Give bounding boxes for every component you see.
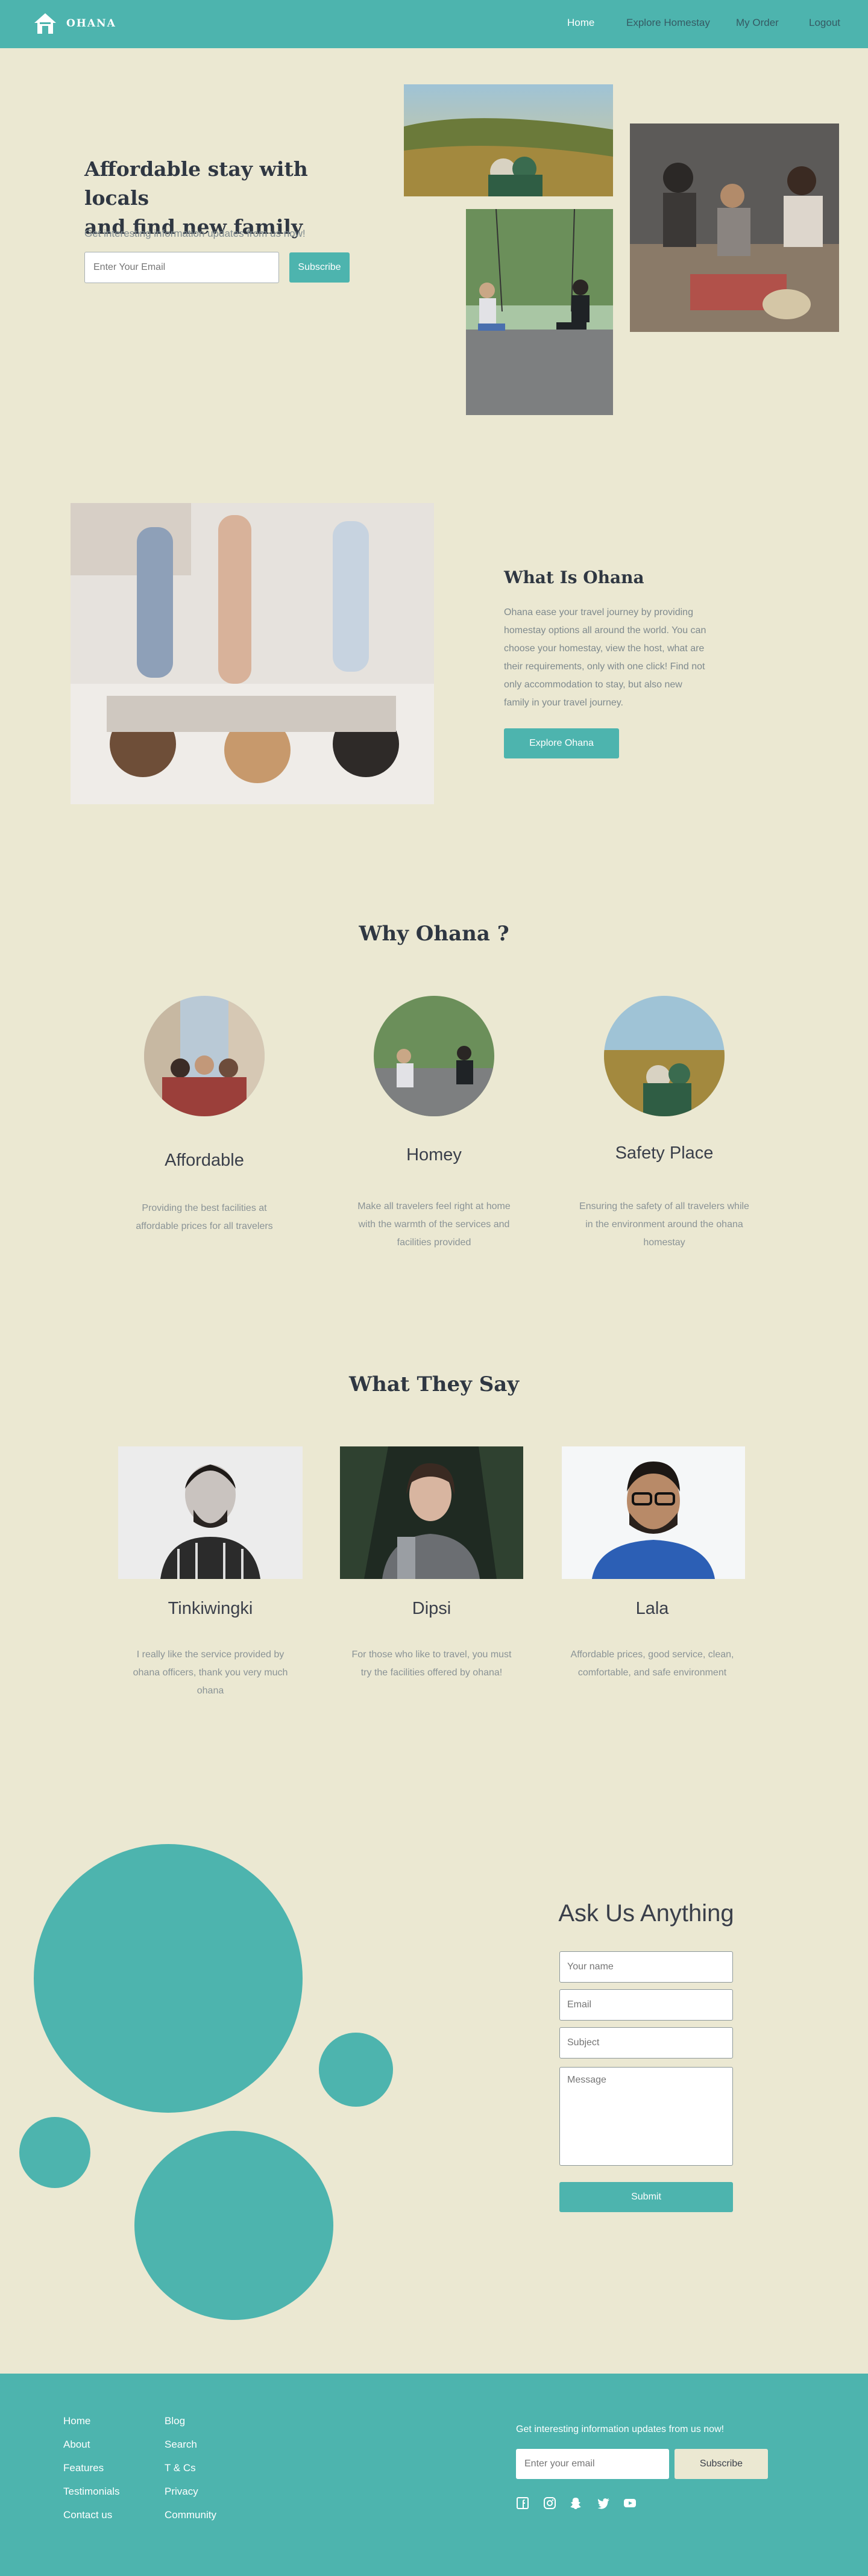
testimonial-photo-lala [562, 1446, 745, 1579]
decor-circle-small-left [19, 2117, 90, 2188]
testimonial-name-lala: Lala [635, 1599, 669, 1618]
feature-text-affordable: Providing the best facilities at afforda… [114, 1199, 295, 1236]
footer-link-testimonials[interactable]: Testimonials [63, 2486, 120, 2498]
contact-subject-input[interactable] [559, 2027, 733, 2059]
explore-ohana-button[interactable]: Explore Ohana [504, 728, 619, 758]
contact-title: Ask Us Anything [558, 1900, 734, 1927]
about-photo-friends-bed [71, 503, 434, 804]
about-line: only accommodation to stay, but also new [504, 680, 682, 690]
feature-photo-safety-place [604, 996, 725, 1116]
nav-explore-homestay[interactable]: Explore Homestay [626, 17, 710, 29]
feature-line: Make all travelers feel right at home [357, 1201, 511, 1211]
feature-photo-affordable [144, 996, 265, 1116]
feature-line: facilities provided [397, 1237, 471, 1248]
footer-link-blog[interactable]: Blog [165, 2415, 185, 2427]
feature-text-homey: Make all travelers feel right at home wi… [338, 1198, 530, 1252]
testimonial-line: ohana officers, thank you very much [133, 1668, 288, 1678]
twitter-icon[interactable] [597, 2496, 610, 2510]
about-description: Ohana ease your travel journey by provid… [504, 604, 757, 712]
footer-link-terms[interactable]: T & Cs [165, 2462, 196, 2474]
footer-link-about[interactable]: About [63, 2439, 90, 2451]
testimonials-title: What They Say [348, 1372, 520, 1396]
testimonial-photo-dipsi [340, 1446, 523, 1579]
footer-link-community[interactable]: Community [165, 2509, 216, 2521]
contact-message-input[interactable] [559, 2067, 733, 2166]
testimonial-text-lala: Affordable prices, good service, clean, … [556, 1646, 749, 1682]
snapchat-icon[interactable] [569, 2496, 582, 2510]
footer-link-contact[interactable]: Contact us [63, 2509, 112, 2521]
feature-title-homey: Homey [406, 1145, 462, 1165]
testimonial-line: try the facilities offered by ohana! [360, 1668, 503, 1678]
testimonial-text-dipsi: For those who like to travel, you must t… [335, 1646, 528, 1682]
testimonial-name-tinkiwingki: Tinkiwingki [168, 1599, 253, 1618]
hero-subtitle: Get interesting information updates from… [84, 228, 306, 239]
footer-link-home[interactable]: Home [63, 2415, 90, 2427]
footer-subscribe-button[interactable]: Subscribe [675, 2449, 768, 2479]
hero-email-input[interactable] [84, 252, 279, 283]
contact-submit-button[interactable]: Submit [559, 2182, 733, 2212]
hero-photo-field [404, 84, 613, 196]
testimonial-line: ohana [197, 1686, 224, 1696]
testimonial-line: For those who like to travel, you must [351, 1649, 512, 1660]
feature-line: in the environment around the ohana [585, 1219, 743, 1230]
contact-email-input[interactable] [559, 1989, 733, 2021]
feature-title-safety-place: Safety Place [615, 1143, 714, 1163]
feature-line: homestay [643, 1237, 685, 1248]
about-line: choose your homestay, view the host, wha… [504, 643, 705, 654]
about-line: Ohana ease your travel journey by provid… [504, 607, 693, 617]
feature-title-affordable: Affordable [165, 1151, 244, 1170]
decor-circle-medium [134, 2131, 333, 2320]
about-title: What Is Ohana [504, 567, 644, 587]
footer-link-privacy[interactable]: Privacy [165, 2486, 198, 2498]
nav-home[interactable]: Home [567, 17, 594, 29]
contact-name-input[interactable] [559, 1951, 733, 1983]
decor-circle-small [319, 2033, 393, 2107]
about-line: family in your travel journey. [504, 698, 623, 708]
house-icon[interactable] [33, 12, 57, 35]
hero-photo-friends-couch [630, 123, 839, 332]
testimonial-text-tinkiwingki: I really like the service provided by oh… [114, 1646, 307, 1700]
about-line: homestay options all around the world. Y… [504, 625, 706, 636]
testimonial-photo-tinkiwingki [118, 1446, 303, 1579]
hero-photo-swings [466, 209, 613, 415]
testimonial-line: I really like the service provided by [136, 1649, 285, 1660]
why-title: Why Ohana ? [359, 922, 509, 946]
footer-newsletter-text: Get interesting information updates from… [516, 2424, 725, 2434]
feature-line: Ensuring the safety of all travelers whi… [579, 1201, 749, 1211]
footer-link-search[interactable]: Search [165, 2439, 197, 2451]
instagram-icon[interactable] [543, 2496, 556, 2510]
feature-line: affordable prices for all travelers [136, 1221, 273, 1231]
youtube-icon[interactable] [623, 2496, 637, 2510]
footer-link-features[interactable]: Features [63, 2462, 104, 2474]
feature-text-safety-place: Ensuring the safety of all travelers whi… [562, 1198, 767, 1252]
decor-circle-large [34, 1844, 303, 2113]
testimonial-line: comfortable, and safe environment [577, 1668, 727, 1678]
brand-name[interactable]: OHANA [66, 17, 116, 30]
testimonial-line: Affordable prices, good service, clean, [570, 1649, 734, 1660]
testimonial-name-dipsi: Dipsi [412, 1599, 451, 1618]
site-header: OHANA Home Explore Homestay My Order Log… [0, 0, 868, 48]
nav-logout[interactable]: Logout [809, 17, 840, 29]
about-line: their requirements, only with one click!… [504, 661, 705, 672]
nav-my-order[interactable]: My Order [736, 17, 779, 29]
feature-photo-homey [374, 996, 494, 1116]
hero-title-line1: Affordable stay with locals [84, 157, 308, 210]
footer-email-input[interactable] [516, 2449, 669, 2479]
facebook-icon[interactable] [516, 2496, 529, 2510]
feature-line: Providing the best facilities at [142, 1203, 267, 1213]
hero-subscribe-button[interactable]: Subscribe [289, 252, 350, 283]
feature-line: with the warmth of the services and [358, 1219, 510, 1230]
